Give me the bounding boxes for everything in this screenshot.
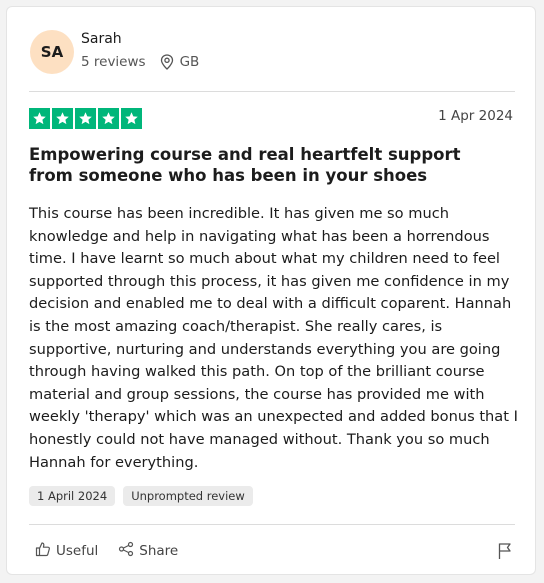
reviewer-name[interactable]: Sarah xyxy=(81,31,122,47)
reviewer-location: GB xyxy=(179,54,200,70)
star-icon xyxy=(121,108,142,129)
review-title[interactable]: Empowering course and real heartfelt sup… xyxy=(29,144,499,186)
flag-icon[interactable] xyxy=(497,542,513,564)
divider xyxy=(29,524,515,525)
location-pin-icon xyxy=(160,54,174,70)
thumbs-up-icon xyxy=(35,541,51,561)
star-icon xyxy=(98,108,119,129)
tag-date-of-experience: 1 April 2024 xyxy=(29,486,116,506)
share-icon xyxy=(118,541,134,561)
reviews-count: 5 reviews xyxy=(81,54,146,70)
review-actions: Useful Share xyxy=(35,541,178,561)
star-icon xyxy=(52,108,73,129)
review-tags: 1 April 2024 Unprompted review xyxy=(29,486,253,506)
useful-button[interactable]: Useful xyxy=(35,541,98,561)
divider xyxy=(29,91,515,92)
tag-unprompted-review[interactable]: Unprompted review xyxy=(123,486,253,506)
star-rating xyxy=(29,108,142,129)
review-body: This course has been incredible. It has … xyxy=(29,205,518,471)
reviewer-meta: 5 reviews GB xyxy=(81,54,199,70)
share-button[interactable]: Share xyxy=(118,541,178,561)
star-icon xyxy=(75,108,96,129)
review-card: SA Sarah 5 reviews GB 1 Apr 2024 Empower… xyxy=(6,6,536,575)
review-date: 1 Apr 2024 xyxy=(438,108,513,124)
useful-label: Useful xyxy=(56,543,99,559)
star-icon xyxy=(29,108,50,129)
share-label: Share xyxy=(139,543,179,559)
avatar[interactable]: SA xyxy=(30,30,74,74)
